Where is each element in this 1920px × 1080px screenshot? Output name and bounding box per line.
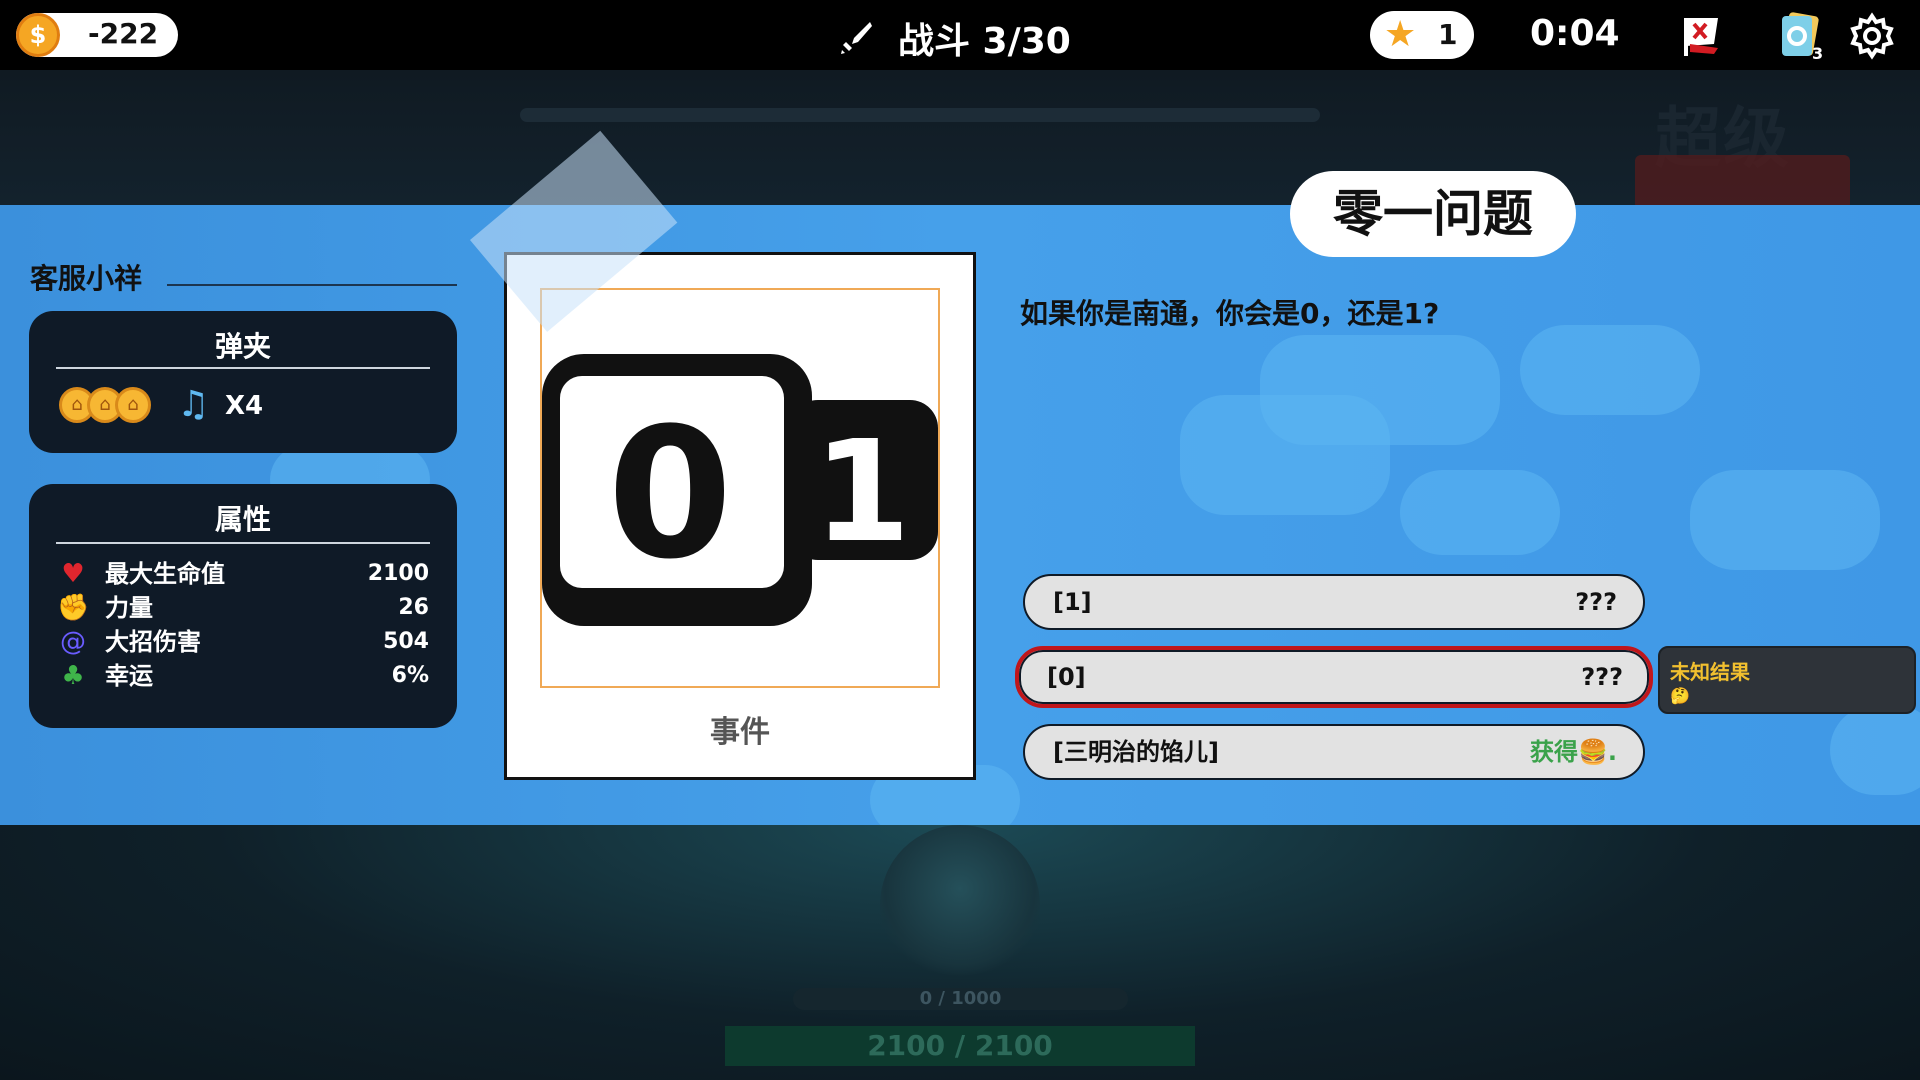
option-result: ??? <box>1581 663 1623 691</box>
event-option-sandwich[interactable]: [三明治的馅儿] 获得🍔. <box>1023 724 1645 780</box>
star-value: 1 <box>1438 18 1458 51</box>
decor-bubble <box>1400 470 1560 555</box>
attributes-panel: 属性 ♥ 最大生命值 2100 ✊ 力量 26 @ 大招伤害 504 ♣ 幸运 … <box>29 484 457 728</box>
thinking-emoji-icon: 🤔 <box>1670 686 1690 705</box>
tooltip-title: 未知结果 <box>1670 660 1750 684</box>
character-sprite <box>880 825 1040 985</box>
star-icon: ★ <box>1384 14 1417 55</box>
panel-divider <box>56 367 430 369</box>
attributes-title: 属性 <box>214 503 271 536</box>
event-card: 1 0 事件 <box>504 252 976 780</box>
event-description: 如果你是南通，你会是0，还是1? <box>1020 297 1440 330</box>
deck-count: 3 <box>1812 44 1824 63</box>
surrender-flag-icon[interactable] <box>1680 14 1726 58</box>
attribute-row-ult-damage: @ 大招伤害 504 <box>57 626 429 658</box>
attribute-label: 幸运 <box>105 662 153 690</box>
background-top <box>0 70 1920 205</box>
battle-timer: 0:04 <box>1530 13 1620 54</box>
background-logo-banner <box>1635 155 1850 210</box>
name-underline <box>167 284 457 286</box>
gear-icon[interactable] <box>1848 12 1896 60</box>
decor-bubble <box>1690 470 1880 570</box>
battle-progress: 战斗 3/30 <box>898 21 1071 62</box>
attribute-value: 6% <box>391 663 429 688</box>
fist-icon: ✊ <box>57 593 90 623</box>
attribute-label: 最大生命值 <box>105 560 225 588</box>
decor-bubble <box>1830 705 1920 795</box>
attribute-label: 大招伤害 <box>105 628 201 656</box>
attribute-row-max-hp: ♥ 最大生命值 2100 <box>57 558 429 590</box>
character-name: 客服小祥 <box>30 262 143 295</box>
panel-divider <box>56 542 430 544</box>
event-option-0[interactable]: [0] ??? <box>1015 646 1653 708</box>
option-label: [0] <box>1047 663 1086 691</box>
event-title-box: 零一问题 <box>1290 171 1576 257</box>
decor-bubble <box>1520 325 1700 415</box>
option-label: [三明治的馅儿] <box>1053 738 1219 766</box>
card-digit-left: 0 <box>607 390 732 599</box>
health-bar: 2100 / 2100 <box>725 1026 1195 1066</box>
option-result: 获得🍔. <box>1530 738 1617 766</box>
vortex-icon: @ <box>60 627 86 657</box>
event-option-1[interactable]: [1] ??? <box>1023 574 1645 630</box>
attribute-value: 504 <box>383 629 429 654</box>
coin-icon: $ <box>16 13 60 57</box>
attribute-label: 力量 <box>105 594 153 622</box>
attribute-row-luck: ♣ 幸运 6% <box>57 660 429 692</box>
sword-icon <box>841 22 872 54</box>
attribute-value: 26 <box>398 595 429 620</box>
card-type-label: 事件 <box>710 715 770 750</box>
coin-bullet-icon: ⌂ <box>115 387 151 423</box>
heart-icon: ♥ <box>61 559 85 589</box>
event-title: 零一问题 <box>1333 185 1533 243</box>
option-tooltip: 未知结果 🤔 <box>1658 646 1916 714</box>
card-digit-right: 1 <box>813 411 910 574</box>
magazine-title: 弹夹 <box>214 330 271 363</box>
attribute-value: 2100 <box>367 561 429 586</box>
option-label: [1] <box>1053 588 1092 616</box>
coin-value: -222 <box>88 17 159 50</box>
option-result: ??? <box>1575 588 1617 616</box>
magazine-panel: 弹夹 ⌂ ⌂ ⌂ ♫ X4 <box>29 311 457 453</box>
ammo-count: X4 <box>225 391 264 421</box>
decor-bubble <box>1180 395 1390 515</box>
energy-bar: 0 / 1000 <box>793 988 1128 1010</box>
card-art-frame: 1 0 <box>540 288 940 688</box>
clover-icon: ♣ <box>61 661 85 691</box>
background-bar <box>520 108 1320 122</box>
zero-one-art: 1 0 <box>542 354 938 626</box>
attribute-row-strength: ✊ 力量 26 <box>57 592 429 624</box>
music-note-icon: ♫ <box>177 384 210 425</box>
